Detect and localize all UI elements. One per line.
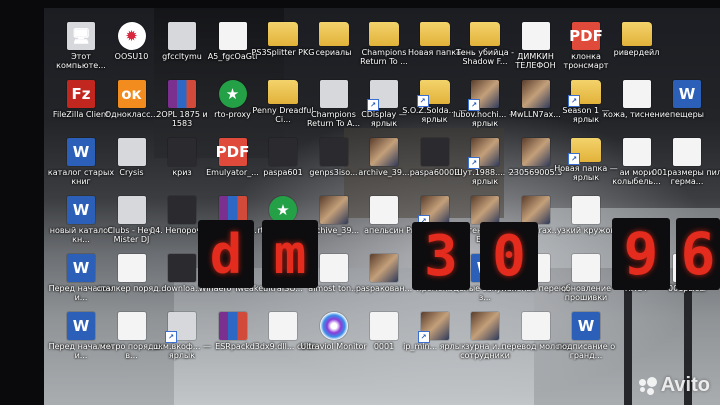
doc-icon <box>521 312 550 340</box>
photo-icon <box>521 196 550 224</box>
green-icon: ★ <box>218 80 247 108</box>
shortcut-arrow-icon: ↗ <box>165 331 177 343</box>
folder-icon <box>621 22 652 46</box>
photo-icon <box>370 138 398 166</box>
doc-icon <box>622 80 651 108</box>
doc-icon <box>117 312 146 340</box>
word-icon: W <box>67 254 95 282</box>
exe-icon <box>117 196 146 224</box>
desktop-icon[interactable]: 001размеры пил герма... <box>652 138 720 196</box>
exe-icon <box>168 22 196 50</box>
swirl-icon <box>319 312 348 340</box>
desktop-icon[interactable]: Wпещеры <box>652 80 720 138</box>
pc-icon: 🖥 <box>67 22 95 50</box>
folder-icon: ↗ <box>568 80 601 107</box>
word-icon: W <box>572 312 600 340</box>
folder-icon: ↗ <box>568 138 601 165</box>
shortcut-arrow-icon: ↗ <box>416 95 429 107</box>
pdf-icon: PDF <box>216 138 249 166</box>
doc-icon <box>673 138 701 166</box>
photo-icon: ↗ <box>417 196 449 227</box>
clock-digit: m <box>262 220 318 288</box>
folder-icon <box>268 80 298 104</box>
clock-digit: d <box>198 220 254 288</box>
clock-digit: 0 <box>480 222 538 290</box>
doc-icon <box>370 196 398 224</box>
word-icon: W <box>67 196 95 224</box>
folder-icon <box>369 22 399 46</box>
dark-icon <box>269 138 297 166</box>
shortcut-arrow-icon: ↗ <box>367 99 379 111</box>
exe-icon: ↗ <box>165 312 196 343</box>
exe-icon: ↗ <box>367 80 398 111</box>
word-icon: W <box>673 80 701 108</box>
desktop-icon-label: пещеры <box>669 110 704 119</box>
folder-icon <box>268 22 298 46</box>
folder-icon <box>318 22 349 46</box>
photo-icon <box>521 80 550 108</box>
photo-icon <box>471 312 499 340</box>
desktop-icon-label: ривердейл <box>613 48 660 57</box>
folder-icon <box>419 22 450 46</box>
photo-icon: ↗ <box>468 80 499 111</box>
desktop-icon-label: 001размеры пил герма... <box>652 168 720 186</box>
dark-icon <box>168 138 196 166</box>
doc-icon <box>622 138 651 166</box>
rar-icon <box>168 80 196 108</box>
doc-icon <box>370 312 398 340</box>
clock-digit: 6 <box>676 218 720 290</box>
dark-icon <box>319 138 348 166</box>
desktop-icon-label: подписание о гранд... <box>556 342 616 360</box>
desktop-icon[interactable]: узкий кружок <box>551 196 621 254</box>
avito-watermark-text: Avito <box>660 374 710 396</box>
word-icon: W <box>67 138 95 166</box>
photo-icon: ↗ <box>468 138 499 169</box>
dark-icon <box>420 138 449 166</box>
orange-icon: ок <box>117 80 146 108</box>
dark-icon <box>168 254 196 282</box>
clock-digit: 9 <box>612 218 670 290</box>
doc-icon <box>572 254 600 282</box>
word-icon: W <box>67 312 95 340</box>
avito-logo-icon <box>638 376 657 395</box>
shortcut-arrow-icon: ↗ <box>568 95 580 107</box>
shortcut-arrow-icon: ↗ <box>468 99 480 111</box>
photo-icon: ↗ <box>417 312 449 343</box>
doc-icon <box>319 254 348 282</box>
photo-icon <box>471 196 499 224</box>
doc-icon <box>269 312 297 340</box>
avito-watermark: Avito <box>638 374 710 397</box>
photo-icon <box>521 138 550 166</box>
desktop-icon[interactable]: ривердейл <box>602 22 672 80</box>
desktop-screen: 🖥 Этот компьюте... ✹ OOSU10 gfccltymu A5_fgcO… <box>44 8 720 405</box>
doc-icon <box>572 196 600 224</box>
clock-digit: 3 <box>412 222 470 290</box>
pdf-icon: PDF <box>569 22 603 50</box>
dark-icon <box>168 196 196 224</box>
folder-icon: ↗ <box>416 80 450 107</box>
desktop-icon[interactable]: Wподписание о гранд... <box>551 312 621 370</box>
shortcut-arrow-icon: ↗ <box>417 331 430 343</box>
folder-icon <box>470 22 500 46</box>
exe-icon <box>319 80 348 108</box>
rar-icon <box>218 312 247 340</box>
desktop-icon-label: узкий кружок <box>556 226 616 235</box>
exe-icon <box>117 138 146 166</box>
photo-icon <box>370 254 398 282</box>
doc-icon <box>117 254 146 282</box>
shortcut-arrow-icon: ↗ <box>468 157 480 169</box>
doc-icon <box>218 22 247 50</box>
doc-icon <box>521 22 550 50</box>
shortcut-arrow-icon: ↗ <box>568 153 580 165</box>
photo-icon <box>319 196 348 224</box>
osu-icon: ✹ <box>117 22 146 50</box>
fz-icon: Fz <box>67 80 95 108</box>
